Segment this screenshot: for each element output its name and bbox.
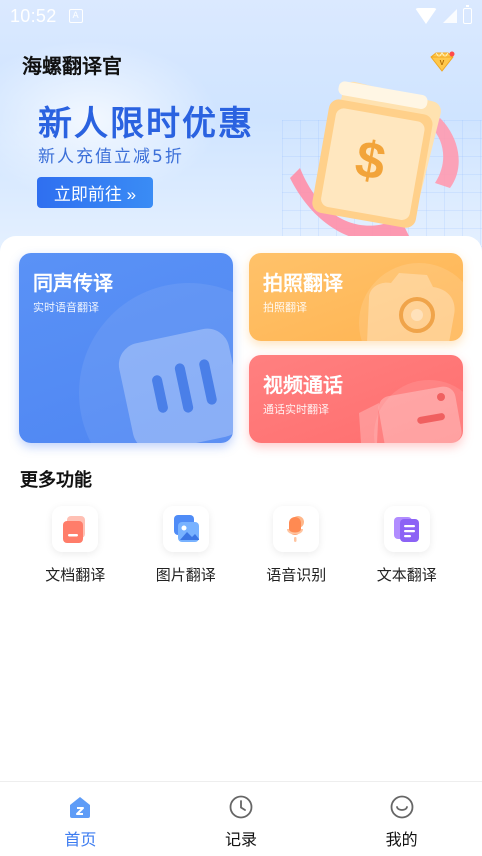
home-icon	[70, 797, 91, 818]
feature-image-translate[interactable]: 图片翻译	[131, 506, 242, 586]
tab-records-label: 记录	[225, 830, 258, 849]
tab-mine[interactable]: 我的	[321, 782, 482, 856]
microphone-icon	[273, 506, 320, 552]
tab-home[interactable]: 首页	[0, 782, 161, 856]
feature-label: 文档翻译	[45, 566, 106, 584]
battery-icon	[463, 5, 472, 24]
feature-label: 图片翻译	[155, 566, 216, 584]
video-camera-icon	[359, 380, 463, 443]
video-call-card[interactable]: 视频通话 通话实时翻译	[249, 355, 463, 443]
smiley-icon	[390, 795, 414, 819]
diamond-crown-icon[interactable]: V	[428, 50, 456, 74]
svg-text:V: V	[440, 60, 445, 67]
status-icons	[415, 5, 472, 24]
feature-document-translate[interactable]: 文档翻译	[20, 506, 131, 586]
photo-translate-card[interactable]: 拍照翻译 拍照翻译	[249, 253, 463, 341]
camera-icon	[359, 263, 463, 341]
promo-subtitle: 新人充值立减5折	[38, 147, 184, 167]
image-icon	[162, 506, 209, 552]
more-features-list: 文档翻译 图片翻译 语音识别 文本翻译	[20, 506, 462, 586]
promo-banner[interactable]: 10:52 A 海螺翻译官 V 新人限时优惠 新人充值立减5折 立即前往 » $	[0, 0, 482, 260]
clock-icon	[229, 795, 253, 819]
tab-home-label: 首页	[64, 830, 97, 849]
bottom-tab-bar: 首页 记录 我的	[0, 781, 482, 856]
more-features-title: 更多功能	[20, 470, 92, 491]
go-now-button[interactable]: 立即前往 »	[37, 177, 153, 208]
home-screen: 10:52 A 海螺翻译官 V 新人限时优惠 新人充值立减5折 立即前往 » $…	[0, 0, 482, 856]
app-title: 海螺翻译官	[22, 54, 122, 78]
tab-records[interactable]: 记录	[161, 782, 322, 856]
tab-mine-label: 我的	[385, 830, 418, 849]
sound-wave-icon	[79, 283, 233, 443]
status-time: 10:52	[10, 5, 57, 26]
feature-speech-recognition[interactable]: 语音识别	[241, 506, 352, 586]
signal-icon	[443, 9, 457, 23]
text-icon	[383, 506, 430, 552]
dollar-coupon-icon: $	[290, 81, 459, 243]
wifi-icon	[415, 8, 437, 24]
interpretation-card[interactable]: 同声传译 实时语音翻译	[19, 253, 233, 443]
promo-title: 新人限时优惠	[38, 104, 254, 144]
document-icon	[52, 506, 99, 552]
feature-label: 文本翻译	[376, 566, 437, 584]
status-bar: 10:52 A	[0, 0, 482, 32]
feature-text-translate[interactable]: 文本翻译	[352, 506, 463, 586]
a-icon: A	[68, 9, 83, 23]
feature-label: 语音识别	[266, 566, 327, 584]
